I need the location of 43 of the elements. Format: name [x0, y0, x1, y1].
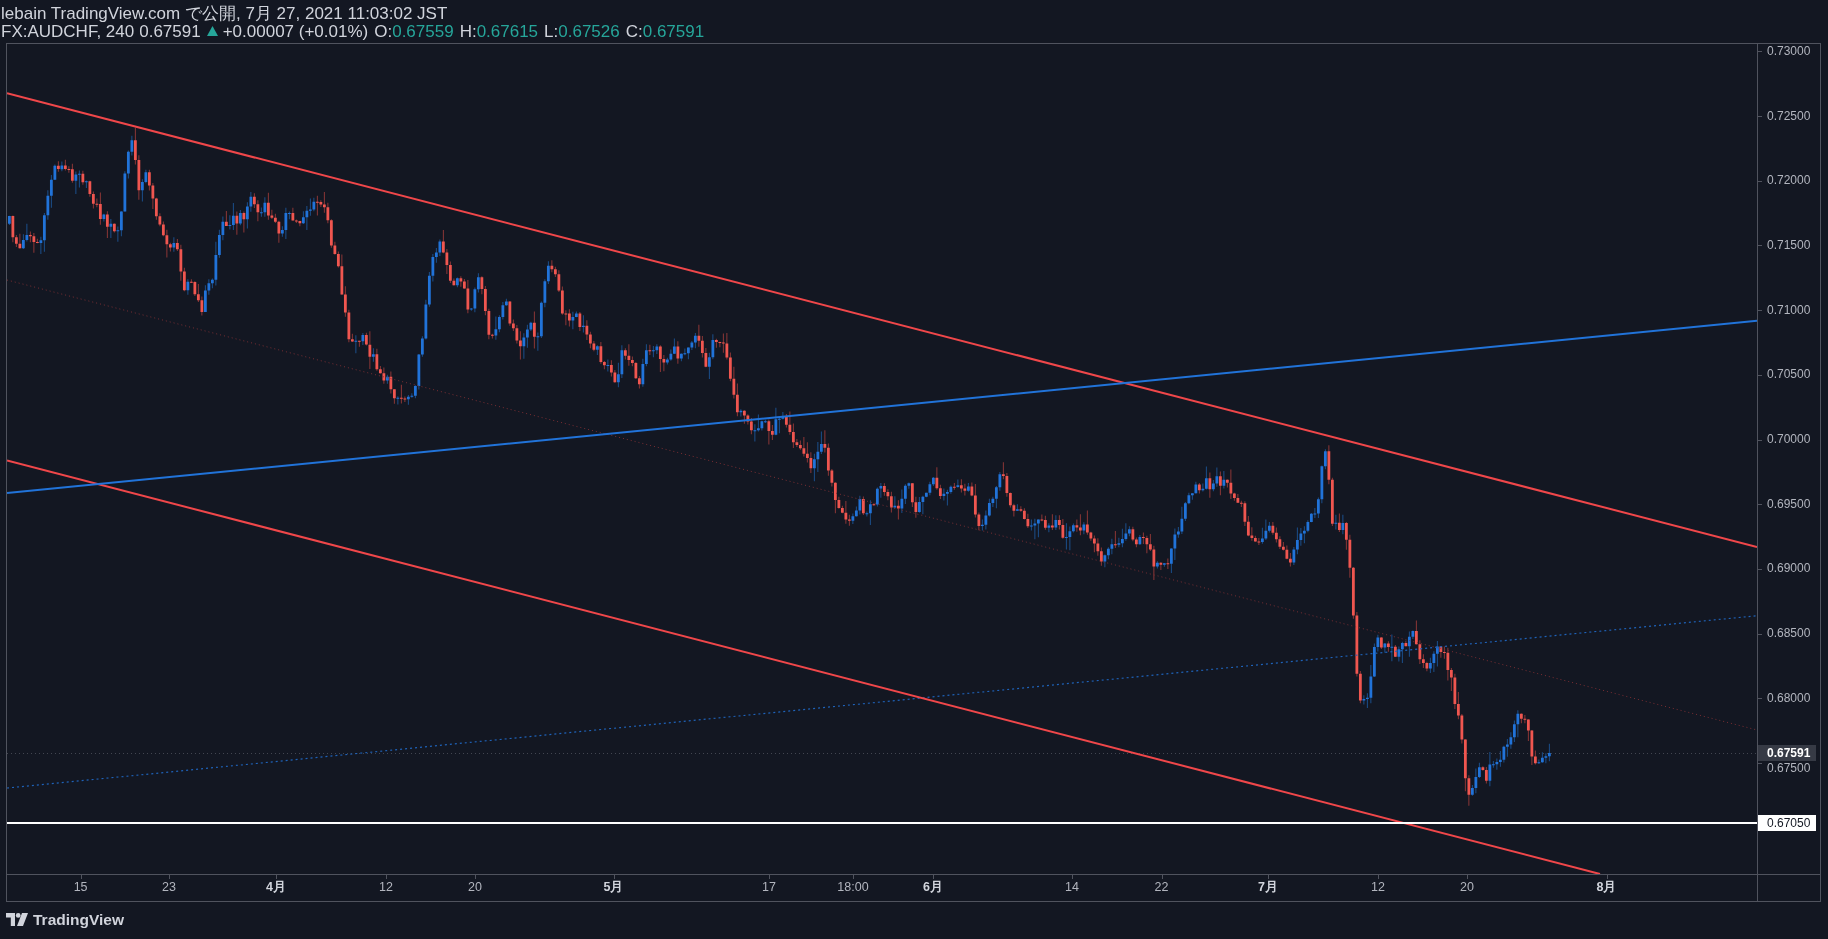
date-label: 15 — [73, 881, 88, 894]
month-label: 4月 — [266, 881, 286, 894]
symbol-label: FX:AUDCHF, 240 — [1, 23, 135, 41]
price-scale-label: 0.69500 — [1767, 497, 1811, 511]
ohlc-value: 0.67559 — [392, 23, 454, 41]
price-scale-label: 0.67500 — [1767, 762, 1811, 775]
date-label: 12 — [379, 881, 393, 894]
price-scale-label: 0.70500 — [1767, 368, 1811, 382]
last-price: 0.67591 — [139, 23, 201, 41]
ohlc-label: O: — [374, 23, 393, 41]
brand-name: TradingView — [33, 912, 125, 928]
price-scale-label: 0.71500 — [1767, 238, 1811, 252]
price-scale-label: 0.68500 — [1767, 627, 1811, 641]
date-label: 22 — [1154, 881, 1169, 894]
ohlc-label: C: — [625, 23, 643, 41]
date-label: 20 — [1460, 881, 1474, 894]
date-label: 20 — [468, 881, 482, 894]
time-label: 18:00 — [837, 881, 869, 894]
level-price-tag: 0.67050 — [1758, 815, 1816, 831]
price-scale-label: 0.72500 — [1767, 109, 1811, 123]
ohlc-value: 0.67526 — [558, 23, 620, 41]
ohlc-value: 0.67591 — [642, 23, 705, 41]
last-price-tag: 0.67591 — [1758, 745, 1816, 761]
price-scale-label: 0.69000 — [1767, 562, 1811, 576]
date-label: 23 — [162, 881, 176, 894]
price-scale-label: 0.71000 — [1767, 303, 1811, 317]
price-scale-label: 0.70000 — [1767, 433, 1811, 446]
price-change: +0.00007 (+0.01%) — [222, 23, 369, 41]
month-label: 6月 — [923, 881, 943, 894]
month-label: 7月 — [1258, 881, 1278, 894]
month-label: 8月 — [1596, 881, 1617, 894]
ohlc-label: L: — [544, 23, 559, 41]
ohlc-value: 0.67615 — [476, 23, 539, 41]
ohlc-label: H: — [459, 23, 477, 41]
month-label: 5月 — [603, 881, 624, 894]
price-scale-label: 0.72000 — [1767, 174, 1811, 188]
date-label: 17 — [762, 881, 776, 894]
price-scale-label: 0.73000 — [1767, 44, 1811, 58]
date-label: 12 — [1371, 881, 1385, 894]
date-label: 14 — [1065, 881, 1079, 894]
price-scale-label: 0.68000 — [1767, 691, 1811, 705]
logo-icon — [6, 913, 28, 927]
publisher-line: lebain TradingView.com で公開, 7月 27, 2021 11:03:02 JST — [1, 5, 448, 23]
